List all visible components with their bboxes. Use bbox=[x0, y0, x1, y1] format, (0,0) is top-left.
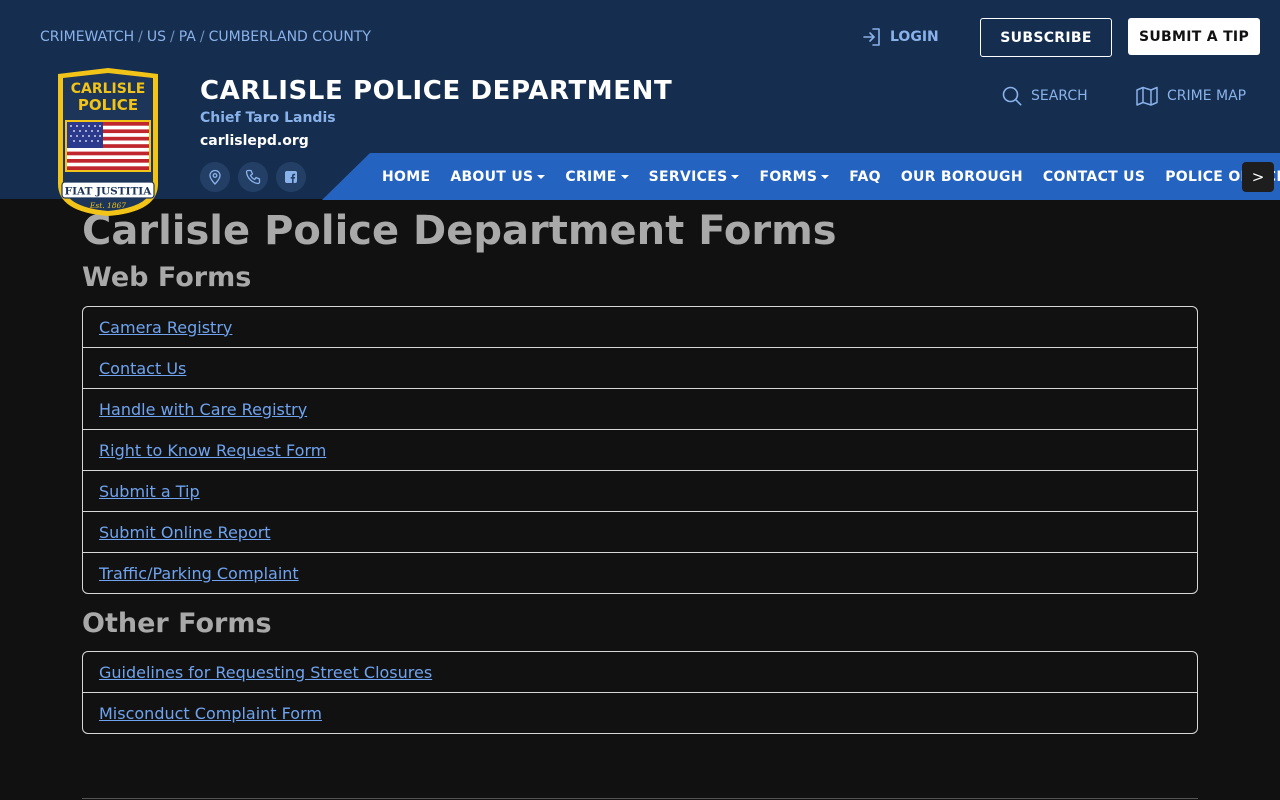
list-item: Traffic/Parking Complaint bbox=[83, 552, 1197, 593]
form-link-submit-a-tip[interactable]: Submit a Tip bbox=[99, 482, 200, 501]
list-item: Guidelines for Requesting Street Closure… bbox=[83, 652, 1197, 692]
nav-item-about-us[interactable]: ABOUT US bbox=[450, 168, 546, 185]
nav-item-home[interactable]: HOME bbox=[382, 169, 430, 185]
phone-icon bbox=[245, 169, 261, 185]
breadcrumb: CRIMEWATCH / US / PA / CUMBERLAND COUNTY bbox=[40, 29, 371, 45]
nav-item-label: ABOUT US bbox=[450, 168, 534, 185]
chief-name: Chief Taro Landis bbox=[200, 110, 336, 126]
form-link-right-to-know-request-form[interactable]: Right to Know Request Form bbox=[99, 441, 326, 460]
nav-item-label: FAQ bbox=[849, 168, 881, 185]
search-icon bbox=[1002, 86, 1022, 106]
login-icon bbox=[863, 28, 880, 46]
login-button[interactable]: LOGIN bbox=[862, 27, 939, 47]
form-link-handle-with-care-registry[interactable]: Handle with Care Registry bbox=[99, 400, 307, 419]
breadcrumb-us[interactable]: US bbox=[147, 29, 166, 45]
badge-established: Est. 1867 bbox=[89, 201, 126, 210]
caret-down-icon bbox=[537, 174, 546, 179]
other-forms-list: Guidelines for Requesting Street Closure… bbox=[82, 651, 1198, 734]
phone-button[interactable] bbox=[238, 162, 268, 192]
search-button[interactable]: SEARCH bbox=[1002, 86, 1088, 106]
website-url[interactable]: carlislepd.org bbox=[200, 133, 309, 149]
nav-item-label: OUR BOROUGH bbox=[900, 168, 1023, 185]
caret-down-icon bbox=[821, 174, 830, 179]
subscribe-button[interactable]: SUBSCRIBE bbox=[980, 18, 1112, 57]
breadcrumb-pa[interactable]: PA bbox=[179, 29, 196, 45]
location-pin-icon bbox=[209, 169, 221, 185]
breadcrumb-cumberland-county[interactable]: CUMBERLAND COUNTY bbox=[209, 29, 371, 45]
web-forms-list: Camera Registry Contact Us Handle with Car… bbox=[82, 306, 1198, 594]
list-item: Misconduct Complaint Form bbox=[83, 692, 1197, 733]
location-button[interactable] bbox=[200, 162, 230, 192]
other-forms-heading: Other Forms bbox=[82, 608, 272, 639]
facebook-icon bbox=[285, 171, 297, 183]
nav-item-our-borough[interactable]: OUR BOROUGH bbox=[901, 169, 1023, 185]
form-link-guidelines-for-requesting-street-closures[interactable]: Guidelines for Requesting Street Closure… bbox=[99, 663, 432, 682]
department-title[interactable]: CARLISLE POLICE DEPARTMENT bbox=[200, 76, 672, 106]
submit-tip-button[interactable]: SUBMIT A TIP bbox=[1128, 18, 1260, 55]
crime-map-label: CRIME MAP bbox=[1167, 88, 1247, 104]
login-label: LOGIN bbox=[890, 29, 939, 45]
site-header: CRIMEWATCH / US / PA / CUMBERLAND COUNTY LOGIN… bbox=[0, 0, 1280, 200]
badge-motto: FIAT JUSTITIA bbox=[65, 186, 153, 198]
police-badge-logo[interactable]: CARLISLE POLICE FIAT JUSTITIA Est. 1867 bbox=[54, 66, 162, 218]
nav-scroll-next-button[interactable]: > bbox=[1242, 162, 1274, 192]
list-item: Right to Know Request Form bbox=[83, 429, 1197, 470]
list-item: Submit a Tip bbox=[83, 470, 1197, 511]
page-title: Carlisle Police Department Forms bbox=[82, 208, 837, 254]
search-label: SEARCH bbox=[1031, 88, 1088, 104]
caret-down-icon bbox=[731, 174, 740, 179]
nav-item-label: CRIME bbox=[565, 168, 617, 185]
nav-item-label: CONTACT US bbox=[1042, 168, 1146, 185]
facebook-button[interactable] bbox=[276, 162, 306, 192]
nav-item-contact-us[interactable]: CONTACT US bbox=[1043, 169, 1145, 185]
crime-map-button[interactable]: CRIME MAP bbox=[1136, 86, 1246, 106]
list-item: Submit Online Report bbox=[83, 511, 1197, 552]
main-nav: HOME ABOUT US CRIME SERVICES FORMS FAQ OUR BOR… bbox=[382, 153, 1280, 200]
nav-item-faq[interactable]: FAQ bbox=[849, 169, 881, 185]
breadcrumb-crimewatch[interactable]: CRIMEWATCH bbox=[40, 29, 134, 45]
nav-item-label: HOME bbox=[382, 168, 431, 185]
caret-down-icon bbox=[620, 174, 629, 179]
form-link-traffic-parking-complaint[interactable]: Traffic/Parking Complaint bbox=[99, 564, 299, 583]
list-item: Contact Us bbox=[83, 347, 1197, 388]
web-forms-heading: Web Forms bbox=[82, 262, 252, 293]
nav-item-label: SERVICES bbox=[648, 168, 728, 185]
nav-item-forms[interactable]: FORMS bbox=[759, 168, 830, 185]
form-link-misconduct-complaint-form[interactable]: Misconduct Complaint Form bbox=[99, 704, 322, 723]
nav-item-services[interactable]: SERVICES bbox=[649, 169, 740, 185]
nav-item-crime[interactable]: CRIME bbox=[565, 168, 629, 185]
nav-item-label: FORMS bbox=[759, 168, 818, 185]
map-icon bbox=[1136, 86, 1158, 106]
form-link-contact-us[interactable]: Contact Us bbox=[99, 359, 186, 378]
badge-line2: POLICE bbox=[78, 96, 138, 114]
form-link-camera-registry[interactable]: Camera Registry bbox=[99, 318, 232, 337]
badge-line1: CARLISLE bbox=[71, 81, 146, 97]
list-item: Handle with Care Registry bbox=[83, 388, 1197, 429]
form-link-submit-online-report[interactable]: Submit Online Report bbox=[99, 523, 271, 542]
list-item: Camera Registry bbox=[83, 307, 1197, 347]
footer-divider bbox=[82, 798, 1198, 799]
